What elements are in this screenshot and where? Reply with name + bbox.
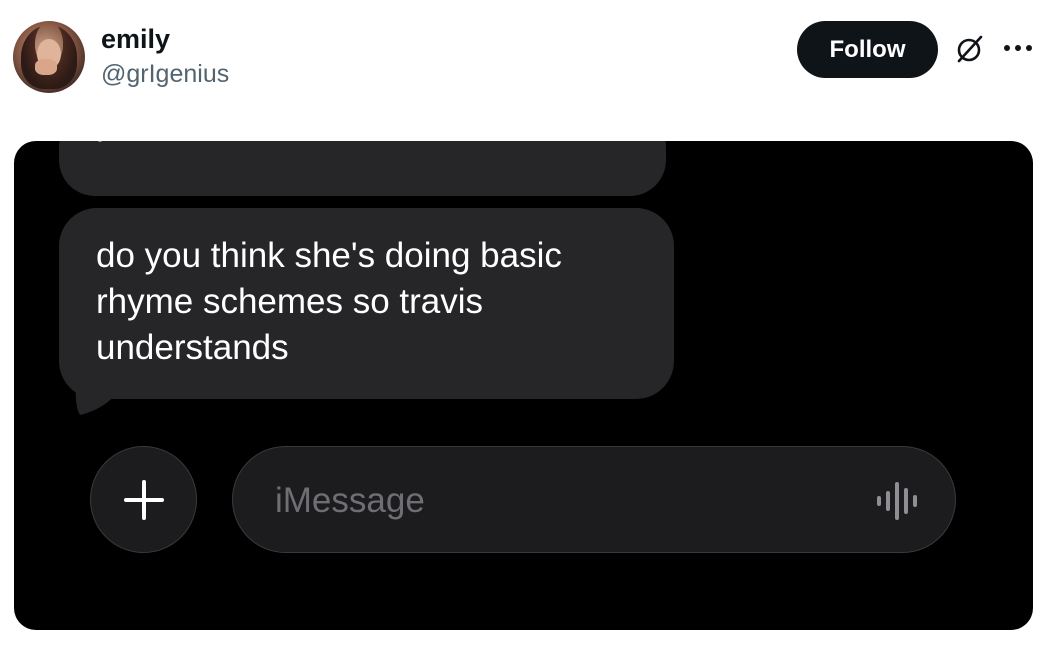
plus-icon — [123, 479, 164, 520]
avatar-hand — [35, 59, 57, 75]
user-name[interactable]: emily — [101, 24, 170, 55]
imessage-field[interactable] — [232, 446, 956, 553]
user-handle[interactable]: @grIgenius — [101, 60, 229, 89]
more-icon[interactable] — [1001, 36, 1035, 60]
message-bubble-received: do you think she's doing basic rhyme sch… — [59, 208, 674, 399]
message-text-received: do you think she's doing basic rhyme sch… — [96, 236, 562, 367]
audio-waveform-icon[interactable] — [871, 481, 927, 521]
media-screenshot[interactable]: please do you think she's doing basic rh… — [14, 141, 1033, 630]
follow-button[interactable]: Follow — [797, 21, 938, 78]
bubble-tail — [75, 367, 118, 415]
add-attachment-button[interactable] — [90, 446, 197, 553]
message-text-previous: please — [96, 141, 199, 146]
avatar[interactable] — [13, 21, 85, 93]
message-bubble-previous: please — [59, 141, 666, 196]
imessage-input[interactable] — [273, 475, 837, 527]
grok-icon[interactable] — [954, 33, 986, 65]
